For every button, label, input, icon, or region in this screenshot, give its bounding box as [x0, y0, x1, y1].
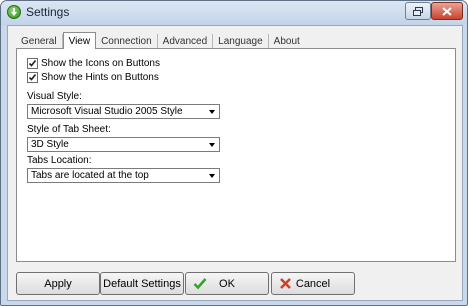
tab-sheet-style-value: 3D Style	[31, 139, 69, 150]
cancel-button[interactable]: Cancel	[271, 272, 355, 295]
visual-style-value: Microsoft Visual Studio 2005 Style	[31, 106, 183, 117]
checkmark-icon	[28, 74, 37, 81]
apply-button[interactable]: Apply	[16, 272, 100, 295]
tab-connection[interactable]: Connection	[96, 34, 158, 48]
title-bar: Settings	[1, 1, 467, 25]
checkmark-icon	[193, 278, 207, 290]
tab-strip: General View Connection Advanced Languag…	[16, 32, 305, 49]
show-icons-row[interactable]: Show the Icons on Buttons	[27, 58, 160, 69]
tab-language[interactable]: Language	[213, 34, 269, 48]
tab-general[interactable]: General	[16, 34, 63, 48]
tabs-location-select[interactable]: Tabs are located at the top	[27, 168, 220, 183]
tab-sheet-style-select[interactable]: 3D Style	[27, 137, 220, 152]
checkmark-icon	[28, 60, 37, 67]
close-icon	[442, 6, 452, 16]
show-icons-checkbox[interactable]	[27, 58, 38, 69]
chevron-down-icon	[209, 143, 215, 147]
cancel-label: Cancel	[295, 277, 331, 290]
visual-style-select[interactable]: Microsoft Visual Studio 2005 Style	[27, 104, 220, 119]
show-hints-label: Show the Hints on Buttons	[41, 72, 159, 83]
app-download-arrow-icon	[7, 5, 21, 19]
tab-about[interactable]: About	[269, 34, 305, 48]
show-icons-label: Show the Icons on Buttons	[41, 58, 160, 69]
visual-style-label: Visual Style:	[27, 91, 82, 102]
restore-button[interactable]	[405, 2, 431, 20]
tabs-location-label: Tabs Location:	[27, 155, 92, 166]
tabs-location-value: Tabs are located at the top	[31, 170, 149, 181]
show-hints-row[interactable]: Show the Hints on Buttons	[27, 72, 159, 83]
ok-button[interactable]: OK	[185, 272, 269, 295]
restore-icon	[413, 6, 423, 16]
settings-window: Settings General View Connection Advance…	[0, 0, 468, 306]
view-tab-panel: Show the Icons on Buttons Show the Hints…	[16, 48, 456, 262]
window-title: Settings	[26, 5, 70, 19]
show-hints-checkbox[interactable]	[27, 72, 38, 83]
chevron-down-icon	[209, 174, 215, 178]
dialog-client-area: General View Connection Advanced Languag…	[7, 25, 463, 301]
tab-advanced[interactable]: Advanced	[158, 34, 214, 48]
tab-sheet-style-label: Style of Tab Sheet:	[27, 124, 111, 135]
default-settings-button[interactable]: Default Settings	[100, 272, 184, 295]
ok-label: OK	[219, 277, 235, 290]
chevron-down-icon	[209, 110, 215, 114]
x-icon	[280, 278, 291, 289]
close-button[interactable]	[431, 2, 463, 20]
tab-view[interactable]: View	[62, 32, 97, 49]
